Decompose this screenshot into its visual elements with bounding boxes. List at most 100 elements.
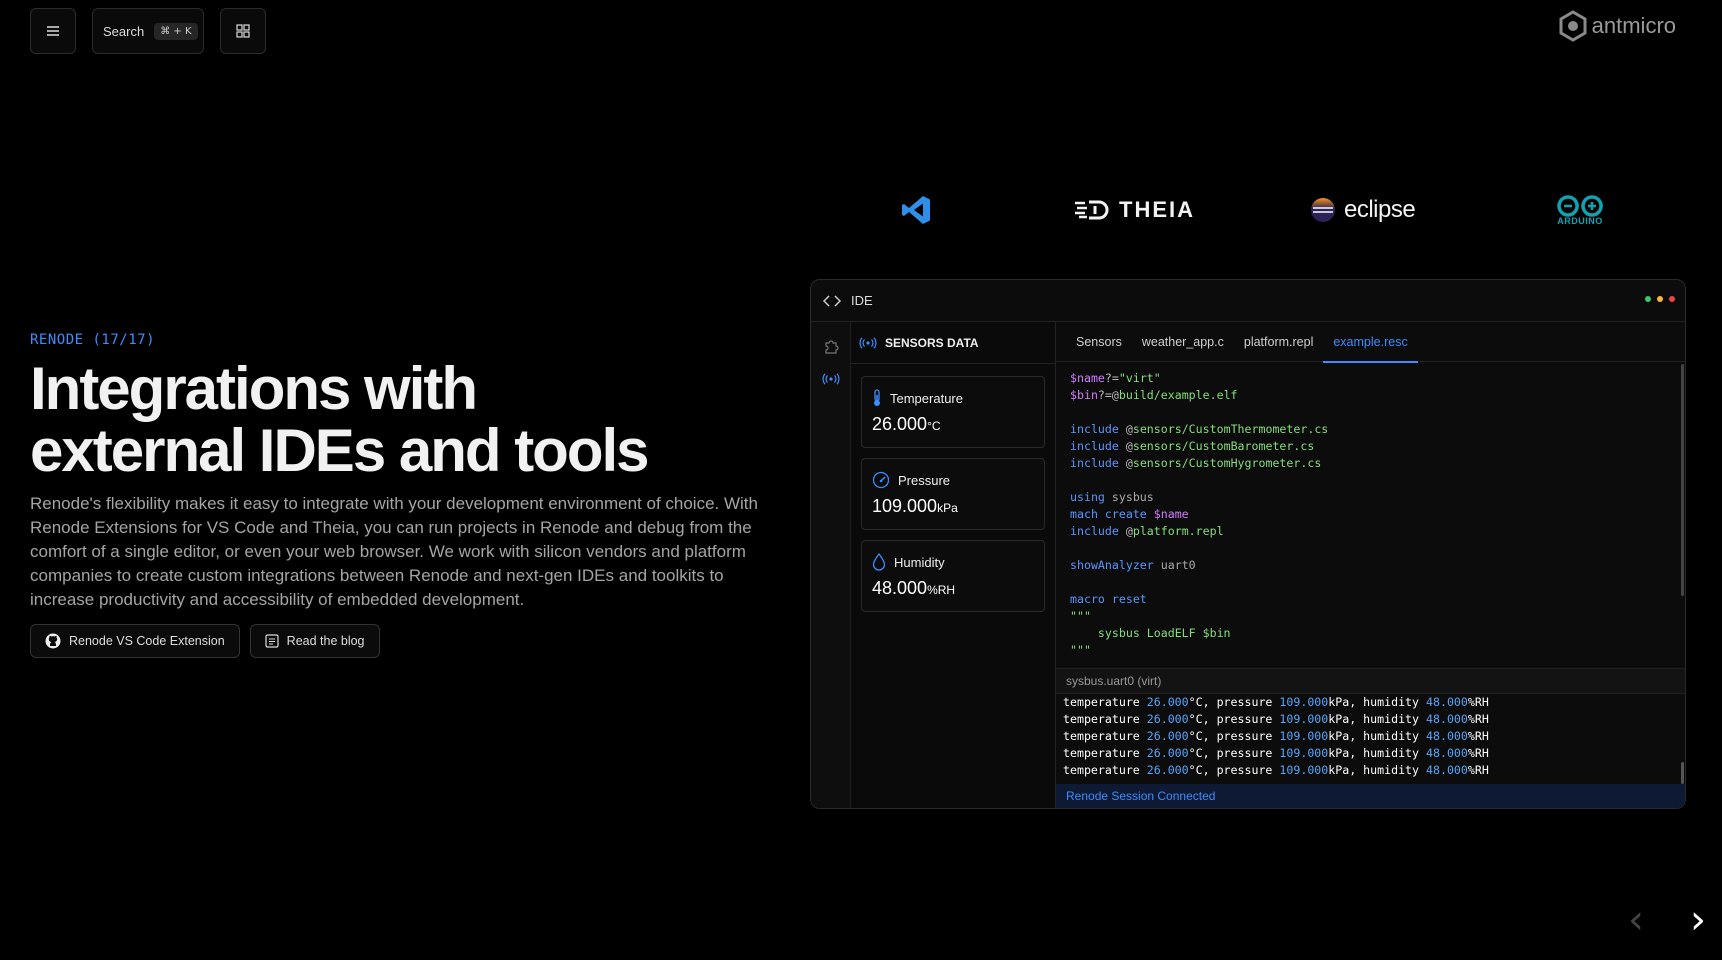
puzzle-icon <box>825 340 839 354</box>
theia-icon <box>1075 200 1109 220</box>
github-icon <box>45 633 61 649</box>
console-t-label: temperature <box>1063 729 1147 743</box>
intro-section: RENODE (17/17) Integrations with externa… <box>30 332 780 658</box>
console-t-unit: °C, pressure <box>1188 729 1280 743</box>
vscode-icon <box>902 196 930 224</box>
console-h-unit: %RH <box>1467 746 1489 760</box>
temperature-value: 26.000 <box>872 414 928 434</box>
broadcast-icon <box>859 336 877 349</box>
console-t-label: temperature <box>1063 712 1147 726</box>
tab-example-resc[interactable]: example.resc <box>1323 322 1419 363</box>
console-h-unit: %RH <box>1467 763 1489 777</box>
console-t-value: 26.000 <box>1146 746 1189 760</box>
ide-logos-row: THEIA eclipse ARDUINO <box>810 190 1710 230</box>
console-p-value: 109.000 <box>1279 695 1329 709</box>
console-t-label: temperature <box>1063 695 1147 709</box>
ide-body: SENSORS DATA Temperature 26.000°C Pressu… <box>811 322 1685 808</box>
window-dot-yellow[interactable] <box>1657 296 1663 302</box>
pressure-unit: kPa <box>937 501 958 515</box>
vscode-logo <box>900 190 932 230</box>
grid-menu-button[interactable] <box>220 8 266 54</box>
humidity-reading: 48.000%RH <box>872 578 1034 599</box>
console-p-unit: kPa, humidity <box>1328 763 1427 777</box>
activity-rail <box>811 322 851 808</box>
console-t-value: 26.000 <box>1146 763 1189 777</box>
eclipse-logo: eclipse <box>1310 190 1416 230</box>
window-dot-green[interactable] <box>1645 296 1651 302</box>
console-h-value: 48.000 <box>1426 763 1468 777</box>
sensors-panel-title: SENSORS DATA <box>885 335 979 350</box>
droplet-icon <box>872 553 886 571</box>
console-p-unit: kPa, humidity <box>1328 695 1427 709</box>
antmicro-logo-icon <box>1559 10 1587 42</box>
uart-console[interactable]: temperature 26.000°C, pressure 109.000kP… <box>1063 694 1677 779</box>
arduino-logo: ARDUINO <box>1555 190 1605 230</box>
gauge-icon <box>872 471 890 489</box>
arduino-mark: ARDUINO <box>1555 194 1605 226</box>
console-t-unit: °C, pressure <box>1188 712 1280 726</box>
console-p-unit: kPa, humidity <box>1328 712 1427 726</box>
read-blog-label: Read the blog <box>286 634 365 648</box>
console-p-unit: kPa, humidity <box>1328 746 1427 760</box>
thermometer-icon <box>874 389 880 406</box>
pressure-value: 109.000 <box>872 496 938 516</box>
console-h-value: 48.000 <box>1426 712 1468 726</box>
console-p-value: 109.000 <box>1279 712 1329 726</box>
console-line: temperature 26.000°C, pressure 109.000kP… <box>1063 711 1677 728</box>
console-h-unit: %RH <box>1467 695 1489 709</box>
search-button[interactable]: Search ⌘ + K <box>92 8 204 54</box>
sensors-panel: SENSORS DATA Temperature 26.000°C Pressu… <box>851 322 1056 808</box>
humidity-card[interactable]: Humidity 48.000%RH <box>861 540 1045 612</box>
menu-button[interactable] <box>30 8 76 54</box>
console-t-label: temperature <box>1063 746 1147 760</box>
console-t-value: 26.000 <box>1146 695 1189 709</box>
console-t-label: temperature <box>1063 763 1147 777</box>
search-shortcut: ⌘ + K <box>154 22 198 40</box>
console-p-value: 109.000 <box>1279 729 1329 743</box>
window-controls <box>1645 296 1675 302</box>
section-kicker: RENODE (17/17) <box>30 332 156 348</box>
lead-paragraph: Renode's flexibility makes it easy to in… <box>30 494 758 609</box>
console-h-unit: %RH <box>1467 729 1489 743</box>
temperature-card[interactable]: Temperature 26.000°C <box>861 376 1045 448</box>
previous-slide-button[interactable]: ‹ <box>1628 900 1644 940</box>
vscode-extension-button[interactable]: Renode VS Code Extension <box>30 624 240 658</box>
tab-weather-app[interactable]: weather_app.c <box>1132 322 1234 362</box>
pressure-reading: 109.000kPa <box>872 496 1034 517</box>
eclipse-icon <box>1311 198 1335 222</box>
console-t-value: 26.000 <box>1146 712 1189 726</box>
page-title: Integrations with external IDEs and tool… <box>30 358 780 482</box>
console-line: temperature 26.000°C, pressure 109.000kP… <box>1063 745 1677 762</box>
window-dot-red[interactable] <box>1669 296 1675 302</box>
editor-scrollbar[interactable] <box>1681 364 1684 596</box>
status-bar: Renode Session Connected <box>1056 784 1685 808</box>
hamburger-icon <box>47 26 59 36</box>
ide-title: IDE <box>851 293 873 308</box>
console-p-unit: kPa, humidity <box>1328 729 1427 743</box>
tab-platform-repl[interactable]: platform.repl <box>1234 322 1323 362</box>
pressure-card[interactable]: Pressure 109.000kPa <box>861 458 1045 530</box>
sensors-rail-button[interactable] <box>821 369 841 389</box>
read-blog-button[interactable]: Read the blog <box>249 624 380 658</box>
next-slide-button[interactable]: › <box>1690 900 1706 940</box>
temperature-card-title: Temperature <box>872 389 1034 407</box>
console-h-value: 48.000 <box>1426 746 1468 760</box>
logo-text: antmicro <box>1591 13 1676 38</box>
temperature-unit: °C <box>927 419 941 433</box>
tab-sensors[interactable]: Sensors <box>1066 322 1132 362</box>
title-line-1: Integrations with <box>30 355 478 422</box>
antmicro-logo[interactable]: antmicro <box>1558 10 1676 42</box>
code-editor[interactable]: $name?="virt" $bin?=@build/example.elf i… <box>1070 370 1677 659</box>
temperature-reading: 26.000°C <box>872 414 1034 435</box>
pressure-card-title: Pressure <box>872 471 1034 489</box>
ide-header: IDE <box>811 280 1685 322</box>
editor-tabs: Sensors weather_app.c platform.repl exam… <box>1056 322 1685 363</box>
extensions-rail-button[interactable] <box>821 336 841 356</box>
vscode-extension-label: Renode VS Code Extension <box>69 634 225 648</box>
console-scrollbar[interactable] <box>1681 762 1684 784</box>
humidity-card-title: Humidity <box>872 553 1034 571</box>
console-t-unit: °C, pressure <box>1188 746 1280 760</box>
grid-icon <box>236 24 250 38</box>
console-t-unit: °C, pressure <box>1188 695 1280 709</box>
humidity-unit: %RH <box>927 583 956 597</box>
